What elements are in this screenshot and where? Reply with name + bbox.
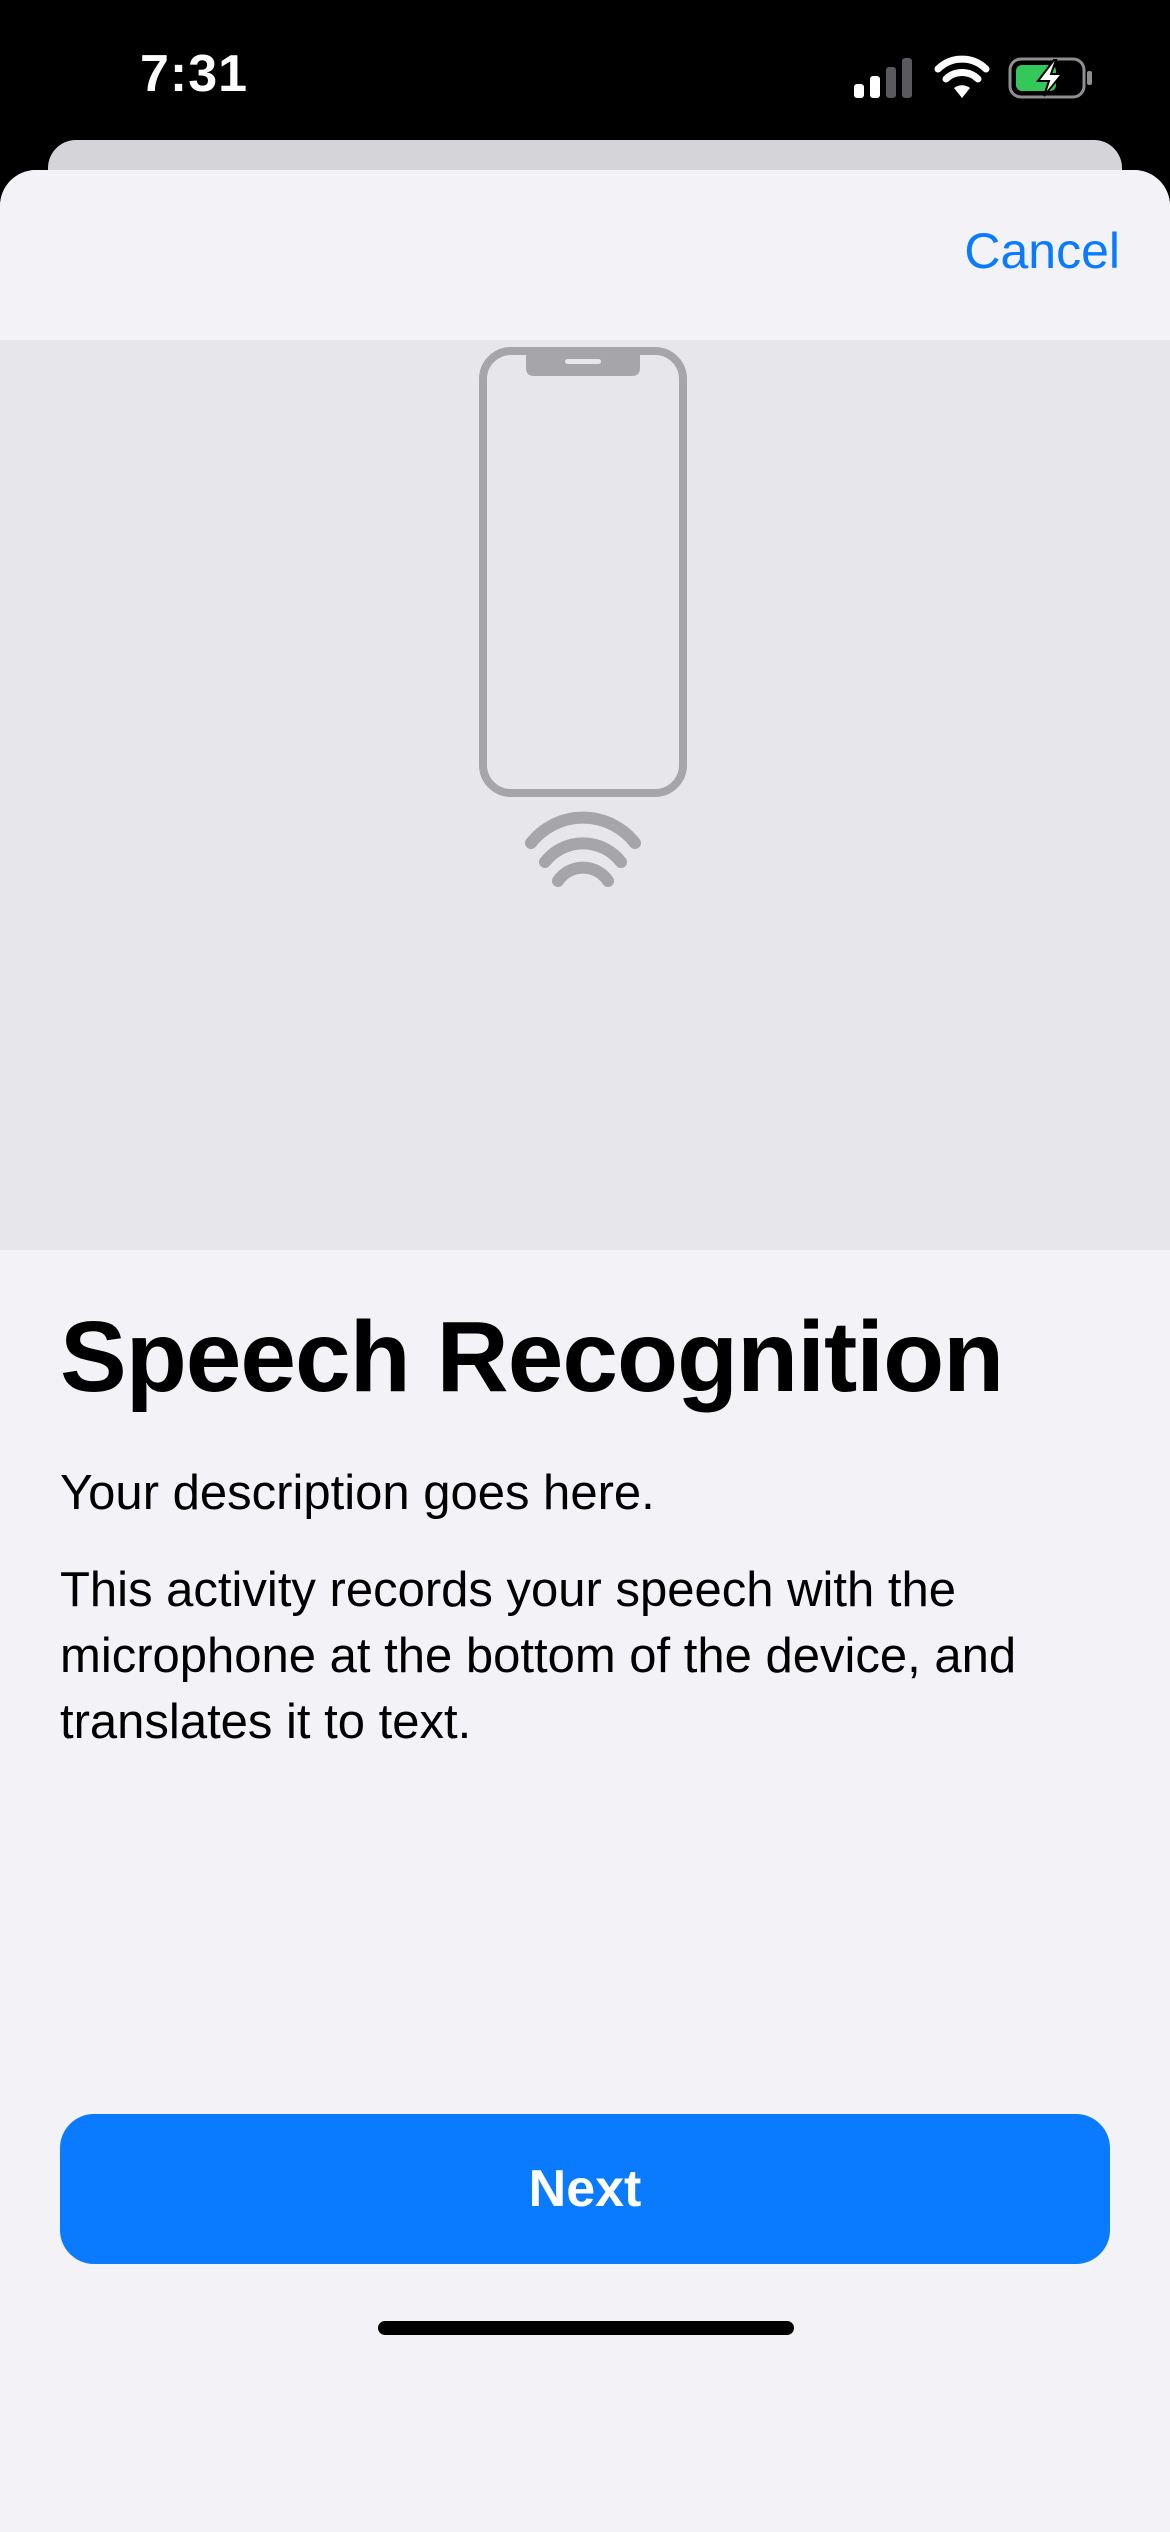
- phone-with-sound-waves-icon: [479, 347, 687, 887]
- battery-charging-icon: [1008, 57, 1092, 99]
- cellular-signal-icon: [854, 58, 912, 98]
- status-time: 7:31: [140, 45, 249, 103]
- nav-bar: Cancel: [0, 170, 1170, 340]
- page-title: Speech Recognition: [60, 1301, 1004, 1413]
- description-text: Your description goes here.: [60, 1466, 655, 1520]
- status-bar: 7:31: [0, 0, 1170, 150]
- home-indicator[interactable]: [378, 2321, 794, 2335]
- next-button[interactable]: Next: [60, 2114, 1110, 2264]
- cancel-button[interactable]: Cancel: [964, 222, 1120, 280]
- wifi-icon: [934, 55, 990, 98]
- detail-text: This activity records your speech with t…: [60, 1563, 1017, 1749]
- next-button-label: Next: [528, 2160, 642, 2218]
